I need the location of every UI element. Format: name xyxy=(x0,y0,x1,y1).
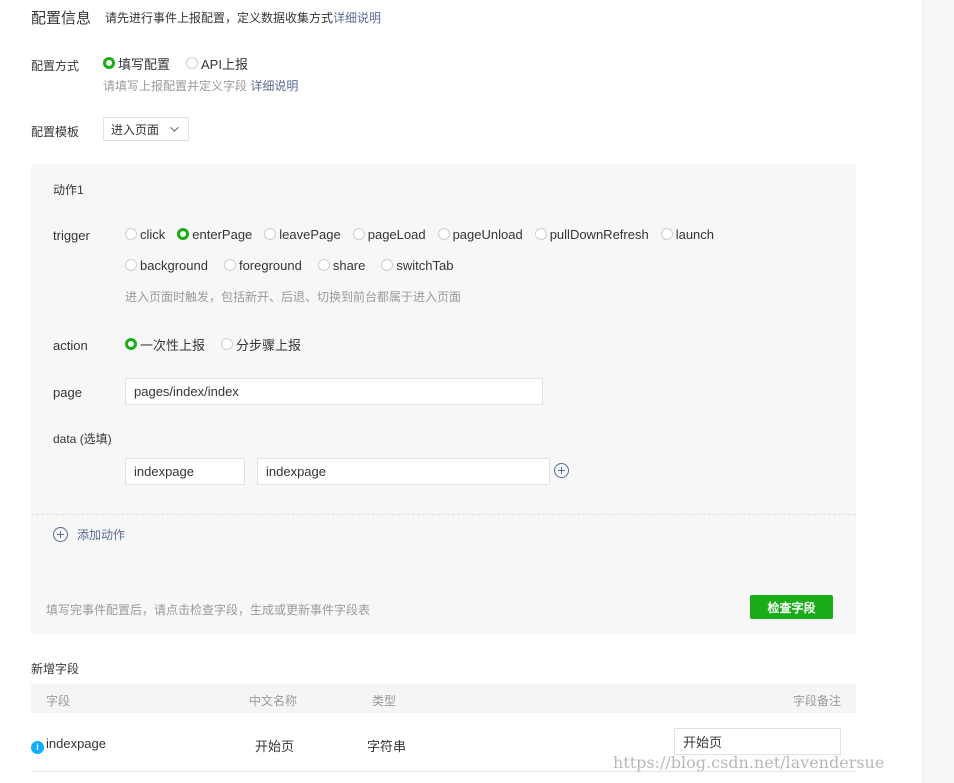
radio-unchecked-icon xyxy=(381,259,394,271)
radio-unchecked-icon xyxy=(317,259,330,271)
remark-input[interactable]: 开始页 xyxy=(674,728,841,755)
radio-checked-icon xyxy=(125,338,137,350)
column-header: 字段备注 xyxy=(793,694,842,708)
trigger-radios-row1: click enterPage leavePage pageLoad pageU… xyxy=(125,226,714,242)
action-radios: 一次性上报 分步骤上报 xyxy=(125,335,301,354)
radio-label: 一次性上报 xyxy=(140,337,206,353)
add-action-button[interactable]: 添加动作 xyxy=(53,526,125,542)
cn-name-cell: 开始页 xyxy=(255,739,295,754)
column-header: 中文名称 xyxy=(249,694,298,708)
trigger-hint: 进入页面时触发，包括新开、后退、切换到前台都属于进入页面 xyxy=(125,290,462,304)
check-fields-button[interactable]: 检查字段 xyxy=(750,595,833,619)
config-method-radios: 填写配置 API上报 xyxy=(103,54,248,73)
watermark: https://blog.csdn.net/lavendersue xyxy=(613,753,885,772)
data-key-value: indexpage xyxy=(134,464,194,479)
trigger-switchtab[interactable]: switchTab xyxy=(381,258,453,273)
radio-checked-icon xyxy=(177,228,190,240)
plus-circle-icon xyxy=(554,463,569,478)
radio-unchecked-icon xyxy=(534,228,547,240)
radio-label: foreground xyxy=(238,257,302,273)
trigger-click[interactable]: click xyxy=(125,227,165,242)
radio-label: leavePage xyxy=(279,226,341,242)
new-fields-title: 新增字段 xyxy=(31,662,80,676)
column-header: 类型 xyxy=(372,694,397,708)
trigger-radios-row2: background foreground share switchTab xyxy=(125,257,453,273)
header-detail-link[interactable]: 详细说明 xyxy=(333,9,381,26)
hint-detail-link[interactable]: 详细说明 xyxy=(250,79,298,93)
config-template-label: 配置模板 xyxy=(31,125,80,139)
divider xyxy=(31,514,856,515)
radio-label: 填写配置 xyxy=(118,56,171,72)
action-panel: 动作1 trigger click enterPage leavePage pa… xyxy=(31,164,856,634)
radio-label: click xyxy=(140,226,166,242)
action-once-report[interactable]: 一次性上报 xyxy=(125,335,205,354)
action-title: 动作1 xyxy=(53,183,84,197)
radio-unchecked-icon xyxy=(352,228,365,240)
radio-unchecked-icon xyxy=(437,228,450,240)
radio-checked-icon xyxy=(103,57,115,69)
action-label: action xyxy=(53,338,88,353)
trigger-background[interactable]: background xyxy=(125,258,208,273)
remark-value: 开始页 xyxy=(683,735,723,750)
right-scroll-strip xyxy=(922,0,954,783)
data-label: data (选填) xyxy=(53,432,112,446)
radio-unchecked-icon xyxy=(264,228,277,240)
check-fields-hint: 填写完事件配置后，请点击检查字段，生成或更新事件字段表 xyxy=(46,603,371,617)
action-step-report[interactable]: 分步骤上报 xyxy=(221,335,301,354)
info-icon: i xyxy=(31,740,44,754)
type-cell: 字符串 xyxy=(367,739,407,754)
radio-unchecked-icon xyxy=(660,228,673,240)
radio-label: API上报 xyxy=(201,56,248,72)
select-value: 进入页面 xyxy=(111,122,160,137)
radio-label: switchTab xyxy=(396,257,454,273)
trigger-label: trigger xyxy=(53,228,90,243)
radio-unchecked-icon xyxy=(223,259,236,271)
radio-label: background xyxy=(140,257,208,273)
section-header: 配置信息 请先进行事件上报配置，定义数据收集方式 详细说明 xyxy=(31,7,381,27)
trigger-foreground[interactable]: foreground xyxy=(223,257,302,273)
page-title: 配置信息 xyxy=(31,9,92,27)
radio-label: enterPage xyxy=(192,226,253,242)
radio-label: share xyxy=(332,257,366,273)
config-method-label: 配置方式 xyxy=(31,59,80,73)
radio-fill-config[interactable]: 填写配置 xyxy=(103,54,170,73)
radio-label: pullDownRefresh xyxy=(549,226,649,242)
add-action-label: 添加动作 xyxy=(77,527,126,542)
column-header: 字段 xyxy=(46,694,71,708)
radio-api-report[interactable]: API上报 xyxy=(186,54,248,73)
radio-label: pageLoad xyxy=(367,226,426,242)
radio-unchecked-icon xyxy=(186,57,199,69)
config-method-hint: 请填写上报配置并定义字段 详细说明 xyxy=(103,77,298,94)
radio-unchecked-icon xyxy=(221,338,234,350)
trigger-pulldownrefresh[interactable]: pullDownRefresh xyxy=(534,226,649,242)
trigger-share[interactable]: share xyxy=(317,257,366,273)
trigger-pageload[interactable]: pageLoad xyxy=(352,226,426,242)
header-description: 请先进行事件上报配置，定义数据收集方式 xyxy=(105,10,334,25)
add-data-button[interactable] xyxy=(554,463,569,478)
radio-label: pageUnload xyxy=(452,226,523,242)
plus-circle-icon xyxy=(53,526,68,542)
page-label: page xyxy=(53,385,82,400)
radio-unchecked-icon xyxy=(125,228,137,240)
trigger-enterpage[interactable]: enterPage xyxy=(177,227,252,242)
field-name: indexpage xyxy=(46,736,106,751)
trigger-launch[interactable]: launch xyxy=(660,226,715,242)
field-cell: i indexpage xyxy=(31,736,106,754)
page-input-value: pages/index/index xyxy=(134,384,239,399)
radio-label: 分步骤上报 xyxy=(236,337,302,353)
radio-unchecked-icon xyxy=(125,259,137,271)
trigger-pageunload[interactable]: pageUnload xyxy=(437,226,523,242)
data-value-value: indexpage xyxy=(266,464,326,479)
page-input[interactable]: pages/index/index xyxy=(125,378,543,405)
trigger-leavepage[interactable]: leavePage xyxy=(264,226,341,242)
radio-label: launch xyxy=(675,226,715,242)
chevron-down-icon xyxy=(170,123,179,132)
config-template-select[interactable]: 进入页面 xyxy=(103,117,189,141)
data-key-input[interactable]: indexpage xyxy=(125,458,245,485)
hint-text: 请填写上报配置并定义字段 xyxy=(103,79,248,93)
data-value-input[interactable]: indexpage xyxy=(257,458,550,485)
table-header: 字段 中文名称 类型 字段备注 xyxy=(31,684,856,713)
